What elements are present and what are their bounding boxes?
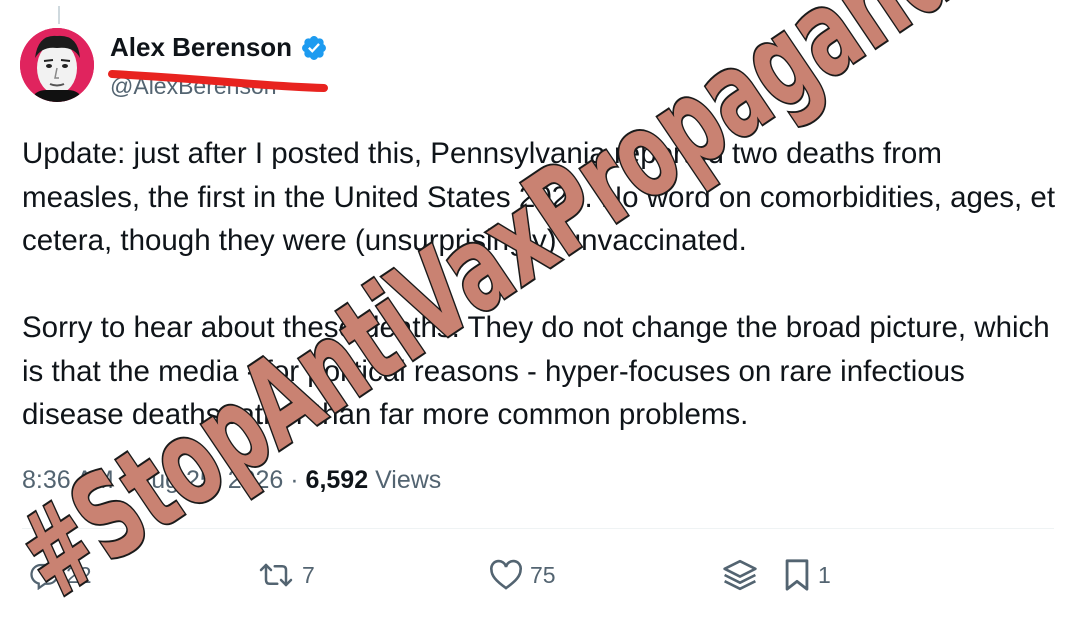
verified-badge-icon: [300, 34, 328, 62]
bookmark-icon: [785, 559, 809, 591]
author-display-name[interactable]: Alex Berenson: [110, 32, 292, 63]
heart-icon: [490, 559, 522, 590]
repost-count: 7: [302, 561, 315, 588]
tweet-body: Update: just after I posted this, Pennsy…: [22, 132, 1062, 437]
avatar[interactable]: [20, 28, 94, 102]
author-name-row[interactable]: Alex Berenson: [110, 32, 328, 63]
meta-separator: ·: [113, 466, 135, 494]
meta-separator: ·: [283, 466, 306, 494]
reply-count: 22: [66, 561, 92, 588]
views-count: 6,592: [305, 466, 369, 494]
like-count: 75: [530, 561, 556, 588]
tweet-card: Alex Berenson @AlexBerenson Update: just…: [0, 0, 1084, 620]
bookmark-count: 1: [818, 561, 831, 588]
bookmark-button[interactable]: 1: [782, 556, 831, 594]
divider: [22, 528, 1054, 529]
like-button[interactable]: 75: [488, 556, 556, 594]
tweet-paragraph: Sorry to hear about these deaths. They d…: [22, 311, 1050, 431]
tweet-metadata: 8:36 AM · Aug 25, 2026 · 6,592 Views: [22, 466, 441, 495]
author-handle[interactable]: @AlexBerenson: [110, 73, 277, 100]
reply-icon: [30, 563, 59, 590]
grok-button[interactable]: [720, 556, 760, 594]
repost-icon: [259, 563, 293, 587]
tweet-date[interactable]: Aug 25, 2026: [135, 466, 284, 494]
views-label: Views: [375, 466, 442, 494]
tweet-paragraph: Update: just after I posted this, Pennsy…: [22, 137, 1056, 257]
reply-button[interactable]: 22: [30, 556, 92, 594]
avatar-portrait-icon: [20, 28, 94, 102]
thread-connector-line: [58, 6, 60, 24]
layers-icon: [723, 559, 757, 591]
tweet-time[interactable]: 8:36 AM: [22, 466, 114, 494]
repost-button[interactable]: 7: [256, 556, 315, 594]
